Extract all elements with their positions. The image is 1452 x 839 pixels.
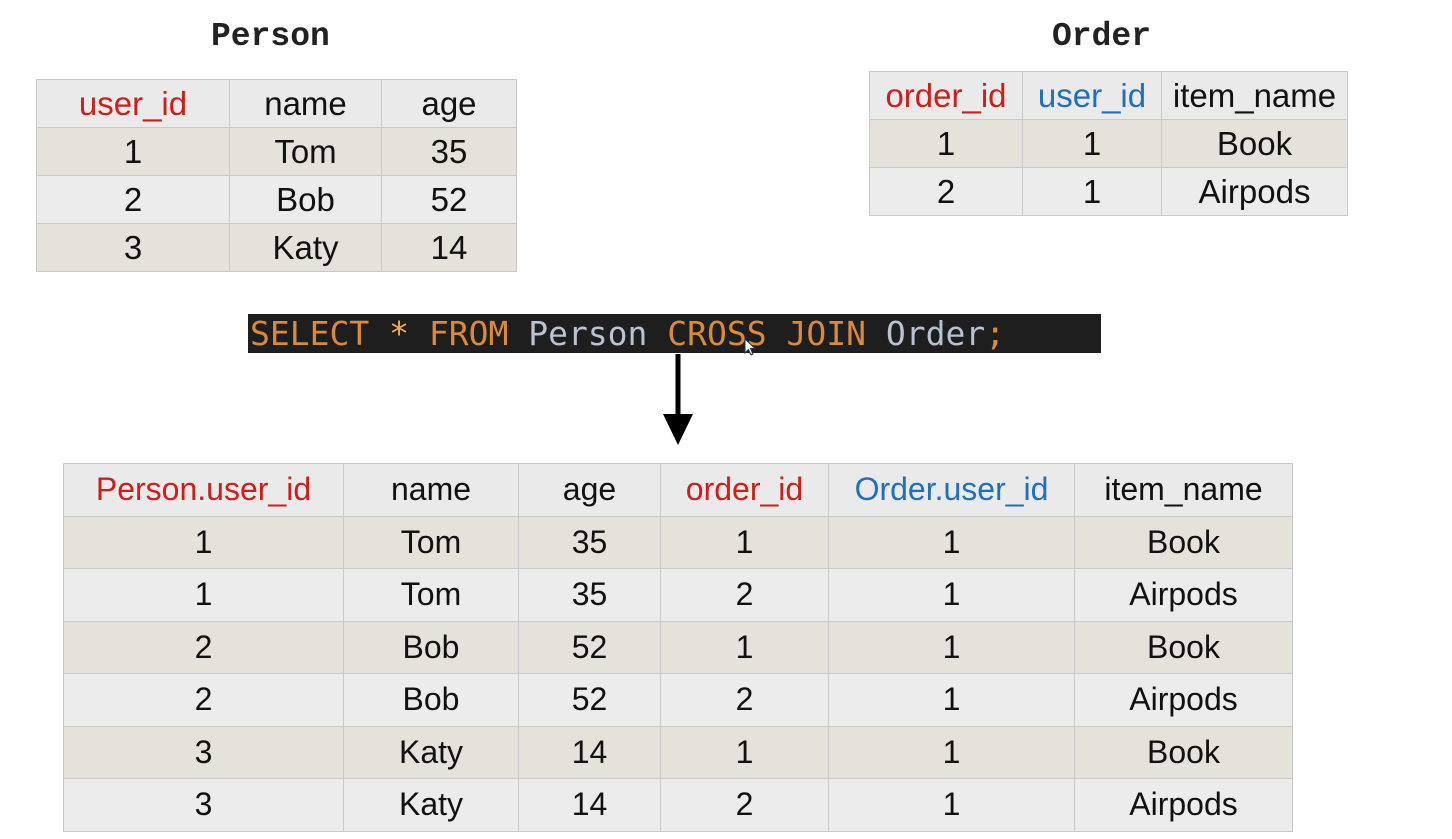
order-cell: Book <box>1161 119 1348 168</box>
person-cell: Tom <box>229 127 382 176</box>
result-cell: 52 <box>518 620 661 674</box>
table-row: 2 Bob 52 <box>36 175 517 224</box>
order-col-item-name: item_name <box>1161 71 1348 120</box>
result-cell: Katy <box>343 778 519 832</box>
result-cell: Airpods <box>1074 568 1293 622</box>
person-cell: 14 <box>381 223 517 272</box>
result-cell: 1 <box>828 778 1075 832</box>
sql-query: SELECT * FROM Person CROSS JOIN Order; <box>248 314 1101 353</box>
order-cell: Airpods <box>1161 167 1348 216</box>
order-cell: 1 <box>869 119 1023 168</box>
sql-keyword-cross-join: CROSS JOIN <box>667 314 866 353</box>
person-cell: 35 <box>381 127 517 176</box>
result-col-age: age <box>518 463 661 517</box>
result-cell: Book <box>1074 725 1293 779</box>
result-cell: 2 <box>63 620 344 674</box>
person-cell: 3 <box>36 223 230 272</box>
result-cell: 1 <box>63 515 344 569</box>
table-row: 2 1 Airpods <box>869 167 1348 216</box>
result-cell: Book <box>1074 515 1293 569</box>
result-cell: 1 <box>828 673 1075 727</box>
result-cell: Book <box>1074 620 1293 674</box>
result-cell: Airpods <box>1074 673 1293 727</box>
person-table-caption: Person <box>211 18 330 55</box>
result-cell: 2 <box>660 778 829 832</box>
person-col-age: age <box>381 79 517 128</box>
order-cell: 2 <box>869 167 1023 216</box>
result-cell: 1 <box>828 568 1075 622</box>
person-cell: 1 <box>36 127 230 176</box>
person-table: user_id name age 1 Tom 35 2 Bob 52 3 Kat… <box>36 79 517 272</box>
result-cell: 3 <box>63 725 344 779</box>
result-cell: 14 <box>518 725 661 779</box>
result-cell: 3 <box>63 778 344 832</box>
result-cell: 1 <box>828 620 1075 674</box>
result-cell: Tom <box>343 568 519 622</box>
order-header-row: order_id user_id item_name <box>869 71 1348 120</box>
table-row: 2 Bob 52 2 1 Airpods <box>63 673 1293 727</box>
person-cell: 2 <box>36 175 230 224</box>
result-cell: 1 <box>828 725 1075 779</box>
order-col-user-id: user_id <box>1022 71 1162 120</box>
result-cell: 1 <box>63 568 344 622</box>
person-col-user-id: user_id <box>36 79 230 128</box>
person-col-name: name <box>229 79 382 128</box>
result-cell: 1 <box>660 515 829 569</box>
order-table: order_id user_id item_name 1 1 Book 2 1 … <box>869 71 1348 216</box>
result-cell: Airpods <box>1074 778 1293 832</box>
result-table: Person.user_id name age order_id Order.u… <box>63 463 1293 832</box>
person-cell: Bob <box>229 175 382 224</box>
sql-table-order: Order <box>885 314 986 353</box>
result-col-person-user-id: Person.user_id <box>63 463 344 517</box>
result-cell: 1 <box>828 515 1075 569</box>
result-cell: 14 <box>518 778 661 832</box>
order-cell: 1 <box>1022 167 1162 216</box>
person-cell: Katy <box>229 223 382 272</box>
person-cell: 52 <box>381 175 517 224</box>
result-cell: 35 <box>518 515 661 569</box>
result-header-row: Person.user_id name age order_id Order.u… <box>63 463 1293 517</box>
order-cell: 1 <box>1022 119 1162 168</box>
result-cell: 2 <box>63 673 344 727</box>
order-col-order-id: order_id <box>869 71 1023 120</box>
result-col-order-user-id: Order.user_id <box>828 463 1075 517</box>
result-cell: Tom <box>343 515 519 569</box>
sql-keyword-from: FROM <box>428 314 509 353</box>
table-row: 1 Tom 35 1 1 Book <box>63 515 1293 569</box>
order-table-caption: Order <box>1052 18 1152 55</box>
result-cell: 1 <box>660 725 829 779</box>
arrow-down-icon <box>663 354 693 445</box>
table-row: 3 Katy 14 <box>36 223 517 272</box>
result-cell: 35 <box>518 568 661 622</box>
sql-semicolon: ; <box>985 314 1006 353</box>
sql-keyword-select: SELECT <box>250 314 370 353</box>
table-row: 1 1 Book <box>869 119 1348 168</box>
person-header-row: user_id name age <box>36 79 517 128</box>
result-col-item-name: item_name <box>1074 463 1293 517</box>
result-cell: 52 <box>518 673 661 727</box>
result-col-name: name <box>343 463 519 517</box>
result-cell: Katy <box>343 725 519 779</box>
result-cell: Bob <box>343 620 519 674</box>
table-row: 1 Tom 35 <box>36 127 517 176</box>
table-row: 3 Katy 14 2 1 Airpods <box>63 778 1293 832</box>
result-cell: 2 <box>660 568 829 622</box>
table-row: 3 Katy 14 1 1 Book <box>63 725 1293 779</box>
result-cell: 1 <box>660 620 829 674</box>
result-cell: Bob <box>343 673 519 727</box>
result-cell: 2 <box>660 673 829 727</box>
table-row: 2 Bob 52 1 1 Book <box>63 620 1293 674</box>
sql-table-person: Person <box>528 314 648 353</box>
result-col-order-id: order_id <box>660 463 829 517</box>
table-row: 1 Tom 35 2 1 Airpods <box>63 568 1293 622</box>
sql-star: * <box>389 314 409 353</box>
mouse-cursor-icon <box>744 338 757 356</box>
